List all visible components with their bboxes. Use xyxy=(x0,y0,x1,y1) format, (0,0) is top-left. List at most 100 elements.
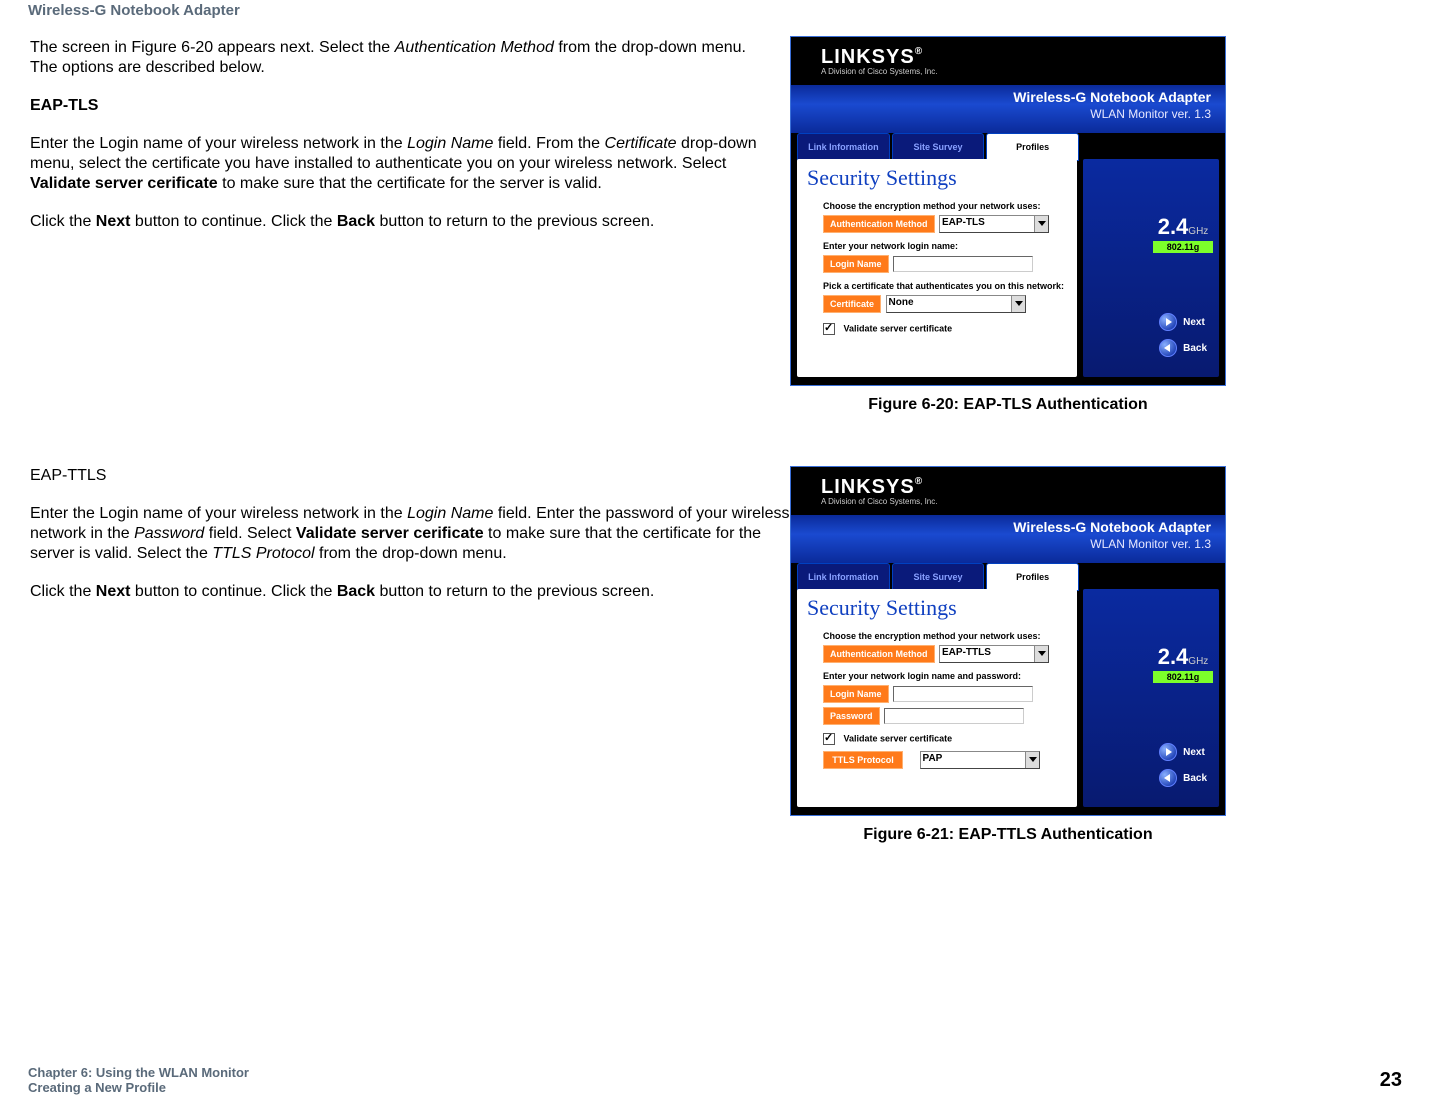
text: from the drop-down menu. xyxy=(315,545,507,562)
back-button[interactable]: Back xyxy=(1159,339,1207,357)
nav-buttons: Next Back xyxy=(1159,313,1207,357)
panel-title: Security Settings xyxy=(797,589,1077,623)
label-ttls-protocol: TTLS Protocol xyxy=(823,751,903,769)
input-password[interactable] xyxy=(884,708,1024,724)
brand-logo: LINKSYS® xyxy=(791,46,937,69)
ghz-badge: 2.4GHz 802.11g xyxy=(1153,219,1213,253)
figure-6-20: LINKSYS® A Division of Cisco Systems, In… xyxy=(790,36,1226,414)
text: Click the xyxy=(30,213,96,230)
label-login-name: Login Name xyxy=(823,255,889,273)
checkbox-validate-cert[interactable] xyxy=(823,733,835,745)
nav-buttons: Next Back xyxy=(1159,743,1207,787)
side-panel: 2.4GHz 802.11g Next Back xyxy=(1083,159,1219,377)
label-choose-encryption: Choose the encryption method your networ… xyxy=(823,631,1065,641)
label-auth-method: Authentication Method xyxy=(823,645,935,663)
tab-bar: Link Information Site Survey Profiles xyxy=(791,133,1081,161)
chevron-down-icon[interactable] xyxy=(1034,646,1048,662)
figure-caption-6-21: Figure 6-21: EAP-TTLS Authentication xyxy=(790,826,1226,844)
input-login-name[interactable] xyxy=(893,256,1033,272)
app-window-tls: LINKSYS® A Division of Cisco Systems, In… xyxy=(790,36,1226,386)
label-certificate: Certificate xyxy=(823,295,881,313)
back-button[interactable]: Back xyxy=(1159,769,1207,787)
term-validate: Validate server cerificate xyxy=(296,525,484,542)
text: field. From the xyxy=(493,135,604,152)
figure-6-21: LINKSYS® A Division of Cisco Systems, In… xyxy=(790,466,1226,844)
next-button[interactable]: Next xyxy=(1159,743,1207,761)
reg-mark: ® xyxy=(915,476,923,487)
next-label: Next xyxy=(1183,317,1205,328)
select-value: None xyxy=(889,297,914,308)
app-topbar: LINKSYS® A Division of Cisco Systems, In… xyxy=(791,467,1225,515)
band-title: Wireless-G Notebook Adapter xyxy=(1013,89,1211,105)
tab-site-survey[interactable]: Site Survey xyxy=(892,563,985,591)
select-auth-method[interactable]: EAP-TTLS xyxy=(939,645,1049,663)
intro-paragraph: The screen in Figure 6-20 appears next. … xyxy=(30,38,777,78)
figure-caption-6-20: Figure 6-20: EAP-TLS Authentication xyxy=(790,396,1226,414)
brand-text: LINKSYS xyxy=(821,46,915,68)
select-auth-method[interactable]: EAP-TLS xyxy=(939,215,1049,233)
heading-eap-tls: EAP-TLS xyxy=(30,96,777,116)
label-enter-login-pw: Enter your network login name and passwo… xyxy=(823,671,1065,681)
ghz-unit: GHz xyxy=(1188,656,1208,667)
eap-tls-nav: Click the Next button to continue. Click… xyxy=(30,212,777,232)
label-validate-cert: Validate server certificate xyxy=(844,323,953,333)
label-choose-encryption: Choose the encryption method your networ… xyxy=(823,201,1065,211)
band-subtitle: WLAN Monitor ver. 1.3 xyxy=(1090,107,1211,121)
checkbox-validate-cert[interactable] xyxy=(823,323,835,335)
heading-eap-ttls: EAP-TTLS xyxy=(30,466,790,486)
term-validate: Validate server cerificate xyxy=(30,175,218,192)
section-eap-ttls-text: EAP-TTLS Enter the Login name of your wi… xyxy=(30,466,790,620)
side-panel: 2.4GHz 802.11g Next Back xyxy=(1083,589,1219,807)
tab-bar: Link Information Site Survey Profiles xyxy=(791,563,1081,591)
band-subtitle: WLAN Monitor ver. 1.3 xyxy=(1090,537,1211,551)
term-back: Back xyxy=(337,583,375,600)
select-value: EAP-TTLS xyxy=(942,647,991,658)
term-login-name: Login Name xyxy=(407,135,493,152)
term-password: Password xyxy=(134,525,204,542)
text: Enter the Login name of your wireless ne… xyxy=(30,505,407,522)
text: button to continue. Click the xyxy=(130,583,336,600)
term-certificate: Certificate xyxy=(605,135,677,152)
eap-ttls-nav: Click the Next button to continue. Click… xyxy=(30,582,790,602)
back-label: Back xyxy=(1183,773,1207,784)
eap-ttls-body: Enter the Login name of your wireless ne… xyxy=(30,504,790,564)
brand-logo: LINKSYS® xyxy=(791,476,937,499)
tab-profiles[interactable]: Profiles xyxy=(986,133,1079,161)
settings-panel: Security Settings Choose the encryption … xyxy=(797,159,1077,377)
tab-link-information[interactable]: Link Information xyxy=(797,563,890,591)
text: to make sure that the certificate for th… xyxy=(218,175,602,192)
arrow-right-icon xyxy=(1159,313,1177,331)
chevron-down-icon[interactable] xyxy=(1025,752,1039,768)
app-window-ttls: LINKSYS® A Division of Cisco Systems, In… xyxy=(790,466,1226,816)
term-next: Next xyxy=(96,213,131,230)
select-value: PAP xyxy=(923,753,943,764)
ghz-number: 2.4 xyxy=(1158,644,1189,669)
label-auth-method: Authentication Method xyxy=(823,215,935,233)
text: button to return to the previous screen. xyxy=(375,583,654,600)
panel-title: Security Settings xyxy=(797,159,1077,193)
term-auth-method: Authentication Method xyxy=(395,39,554,56)
label-pick-cert: Pick a certificate that authenticates yo… xyxy=(823,281,1065,291)
select-ttls-protocol[interactable]: PAP xyxy=(920,751,1040,769)
footer-line2: Creating a New Profile xyxy=(28,1080,166,1095)
tab-site-survey[interactable]: Site Survey xyxy=(892,133,985,161)
label-enter-login: Enter your network login name: xyxy=(823,241,1065,251)
brand-subtitle: A Division of Cisco Systems, Inc. xyxy=(791,67,937,76)
next-button[interactable]: Next xyxy=(1159,313,1207,331)
section-eap-tls-text: The screen in Figure 6-20 appears next. … xyxy=(30,38,777,250)
text: Enter the Login name of your wireless ne… xyxy=(30,135,407,152)
text: Click the xyxy=(30,583,96,600)
arrow-left-icon xyxy=(1159,769,1177,787)
chevron-down-icon[interactable] xyxy=(1034,216,1048,232)
tab-profiles[interactable]: Profiles xyxy=(986,563,1079,591)
brand-text: LINKSYS xyxy=(821,476,915,498)
chevron-down-icon[interactable] xyxy=(1011,296,1025,312)
select-certificate[interactable]: None xyxy=(886,295,1026,313)
term-ttls-protocol: TTLS Protocol xyxy=(212,545,314,562)
arrow-left-icon xyxy=(1159,339,1177,357)
input-login-name[interactable] xyxy=(893,686,1033,702)
settings-panel: Security Settings Choose the encryption … xyxy=(797,589,1077,807)
tab-link-information[interactable]: Link Information xyxy=(797,133,890,161)
band-title: Wireless-G Notebook Adapter xyxy=(1013,519,1211,535)
reg-mark: ® xyxy=(915,46,923,57)
